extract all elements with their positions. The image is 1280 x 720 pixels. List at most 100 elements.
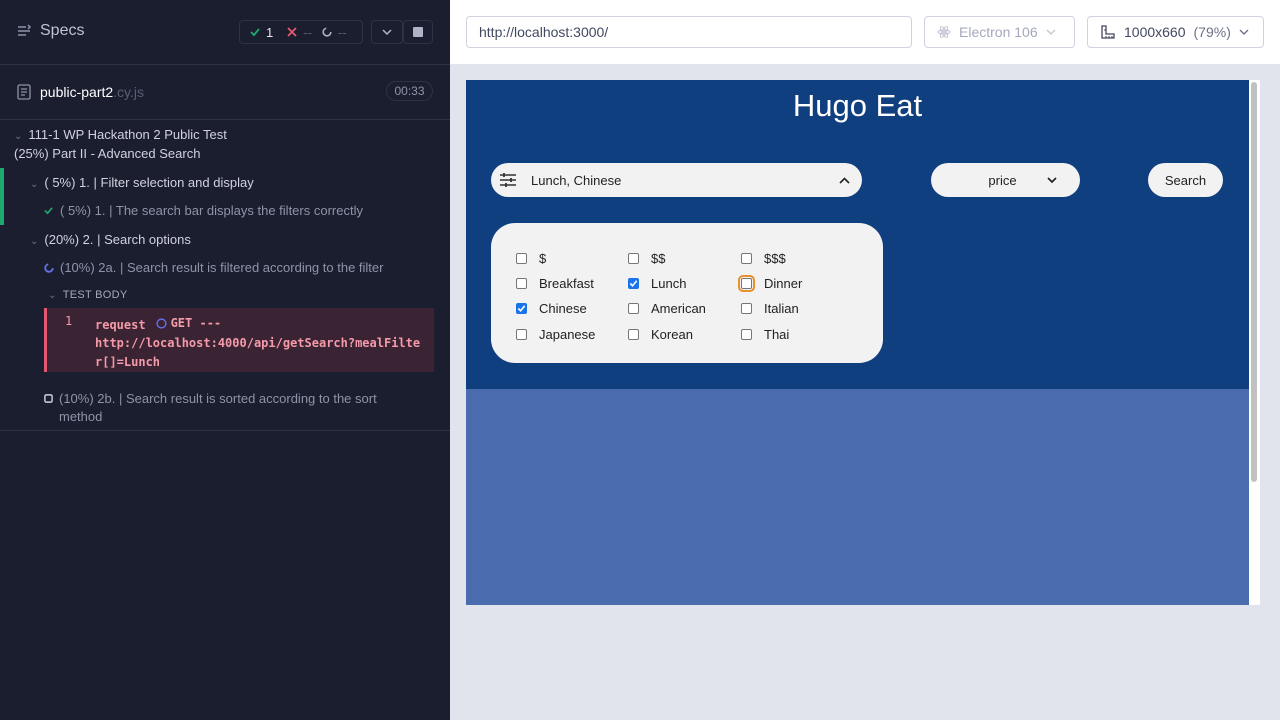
checkbox[interactable] [516, 329, 527, 340]
filter-option[interactable]: $$ [628, 251, 665, 266]
reporter-topbar: Specs 1 -- -- [0, 0, 450, 65]
filter-option[interactable]: Lunch [628, 276, 686, 291]
pending-stat: -- [312, 25, 347, 40]
section-2-label: (20%) 2. | Search options [44, 232, 191, 247]
filter-option[interactable]: $ [516, 251, 546, 266]
specs-toggle[interactable]: Specs [16, 22, 84, 40]
divider [0, 430, 450, 431]
filter-option[interactable]: Italian [741, 301, 799, 316]
chevron-down-icon: ⌄ [30, 179, 39, 190]
checkbox[interactable] [741, 329, 752, 340]
browser-select[interactable]: Electron 106 [924, 16, 1075, 48]
specs-label: Specs [40, 22, 85, 39]
reporter-panel: Specs 1 -- -- public-part2.cy.js 00:33 ⌄… [0, 0, 450, 720]
checkbox-focused[interactable] [738, 275, 755, 292]
filter-option[interactable]: Breakfast [516, 276, 594, 291]
passed-count: 1 [266, 24, 274, 40]
chevron-up-icon [839, 176, 850, 184]
option-label: Chinese [539, 301, 587, 316]
filter-panel: $ $$ $$$ Breakfast Lunch Dinner Chinese … [491, 223, 883, 363]
app-scrollbar[interactable] [1251, 82, 1257, 482]
pending-count: -- [337, 24, 347, 40]
suite-root[interactable]: ⌄ 111-1 WP Hackathon 2 Public Test [14, 127, 227, 142]
test-body-header[interactable]: ⌄ TEST BODY [48, 289, 128, 301]
sliders-icon [500, 173, 516, 187]
filter-option[interactable]: $$$ [741, 251, 786, 266]
check-icon [629, 280, 638, 287]
url-bar[interactable]: http://localhost:3000/ [466, 16, 912, 48]
passed-stat: 1 [240, 25, 273, 40]
spinner-icon [322, 27, 332, 37]
command-url: http://localhost:4000/api/getSearch?meal… [95, 336, 421, 369]
section-2[interactable]: ⌄ (20%) 2. | Search options [30, 232, 191, 247]
filter-value: Lunch, Chinese [531, 172, 622, 188]
check-icon [44, 207, 53, 215]
check-icon [517, 305, 526, 312]
spinner-icon [155, 318, 167, 329]
app-title: Hugo Eat [792, 88, 923, 123]
spec-file-basename: public-part2 [40, 84, 114, 100]
filter-option[interactable]: Japanese [516, 327, 595, 342]
command-method-label: GET --- [170, 316, 222, 330]
test-2b[interactable]: (10%) 2b. | Search result is sorted acco… [44, 390, 404, 426]
suite-title: 111-1 WP Hackathon 2 Public Test [28, 127, 227, 142]
chevron-down-icon: ⌄ [48, 290, 57, 301]
filter-option[interactable]: Chinese [516, 301, 587, 316]
viewport-select[interactable]: 1000x660 (79%) [1087, 16, 1264, 48]
option-label: $$ [651, 251, 666, 266]
filter-option[interactable]: Dinner [738, 275, 803, 292]
command-request[interactable]: 1 request GET --- http://localhost:4000/a… [44, 308, 434, 372]
command-text: request GET --- http://localhost:4000/api… [95, 314, 425, 371]
ruler-icon [1101, 25, 1115, 39]
filter-option[interactable]: Korean [628, 327, 693, 342]
checkbox[interactable] [516, 253, 527, 264]
x-icon [287, 27, 297, 37]
app-under-test: Hugo Eat Lunch, Chinese price Search $ $… [466, 80, 1260, 605]
filter-option[interactable]: Thai [741, 327, 789, 342]
checkbox[interactable] [628, 329, 639, 340]
chevron-down-icon [382, 29, 392, 35]
viewport-size: 1000x660 [1124, 24, 1186, 40]
test-body-label: TEST BODY [62, 289, 128, 301]
checkbox[interactable] [628, 303, 639, 314]
checkbox-checked[interactable] [516, 303, 527, 314]
stop-button[interactable] [403, 20, 433, 44]
section-1-label: ( 5%) 1. | Filter selection and display [44, 175, 254, 190]
chevron-down-icon: ⌄ [30, 236, 39, 247]
test-2a[interactable]: (10%) 2a. | Search result is filtered ac… [44, 260, 383, 275]
checkbox-checked[interactable] [628, 278, 639, 289]
zoom-level: (79%) [1193, 24, 1231, 40]
sort-select[interactable]: price [931, 163, 1080, 197]
checkbox[interactable] [516, 278, 527, 289]
option-label: Japanese [539, 327, 596, 342]
filter-bar[interactable]: Lunch, Chinese [491, 163, 862, 197]
spec-file-ext: .cy.js [113, 84, 145, 100]
failed-stat: -- [273, 25, 312, 40]
option-label: $ [539, 251, 547, 266]
app-header: Hugo Eat Lunch, Chinese price Search $ $… [466, 80, 1249, 389]
chevron-down-icon [1046, 29, 1056, 35]
test-1[interactable]: ( 5%) 1. | The search bar displays the f… [44, 203, 363, 218]
test-stats: 1 -- -- [239, 20, 363, 44]
checkbox[interactable] [628, 253, 639, 264]
sort-value: price [988, 172, 1017, 188]
options-dropdown-button[interactable] [371, 20, 403, 44]
check-icon [250, 28, 260, 37]
chevron-down-icon [1046, 177, 1057, 183]
option-label: Thai [764, 327, 790, 342]
checkbox[interactable] [741, 303, 752, 314]
file-icon [17, 84, 31, 100]
run-duration: 00:33 [386, 81, 433, 101]
spinner-icon [44, 262, 54, 273]
checkbox[interactable] [741, 253, 752, 264]
test-1-label: ( 5%) 1. | The search bar displays the f… [60, 203, 363, 218]
filter-option[interactable]: American [628, 301, 706, 316]
chevron-down-icon: ⌄ [14, 131, 23, 142]
section-1[interactable]: ⌄ ( 5%) 1. | Filter selection and display [30, 175, 254, 190]
failed-count: -- [303, 24, 312, 40]
option-label: Korean [651, 327, 693, 342]
command-name: request [95, 317, 146, 332]
option-label: $$$ [764, 251, 786, 266]
option-label: Dinner [764, 276, 803, 291]
search-button[interactable]: Search [1148, 163, 1223, 197]
